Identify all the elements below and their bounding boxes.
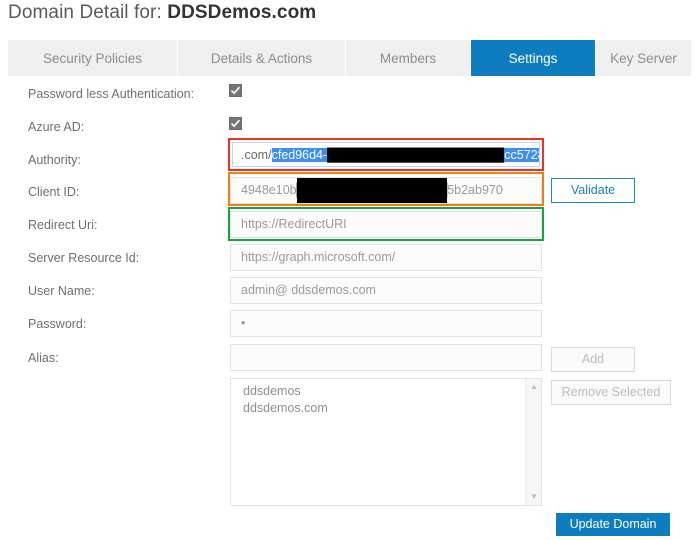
authority-selected-start: cfed96d4-: [271, 147, 328, 162]
row-password: Password: •: [0, 308, 699, 340]
row-server-resource-id: Server Resource Id: https://graph.micros…: [0, 242, 699, 274]
password-input[interactable]: •: [230, 310, 542, 337]
user-name-label: User Name:: [28, 284, 95, 298]
client-id-label: Client ID:: [28, 185, 80, 199]
password-label: Password:: [28, 317, 87, 331]
tab-label: Details & Actions: [210, 50, 313, 66]
server-resource-id-label: Server Resource Id:: [28, 251, 140, 265]
server-resource-id-input[interactable]: https://graph.microsoft.com/: [230, 244, 542, 271]
list-item[interactable]: ddsdemos.com: [231, 400, 523, 417]
tab-label: Members: [379, 50, 437, 66]
authority-input[interactable]: .com/cfed96d4-████████████████████cc5728…: [232, 142, 540, 167]
user-name-input[interactable]: admin@ ddsdemos.com: [230, 277, 542, 304]
azure-ad-checkbox[interactable]: [229, 117, 242, 130]
alias-input[interactable]: [230, 344, 542, 371]
check-icon: [230, 119, 240, 128]
page-title: Domain Detail for: DDSDemos.com: [8, 2, 316, 24]
scroll-up-icon[interactable]: ▲: [526, 380, 541, 394]
page-title-prefix: Domain Detail for:: [8, 2, 162, 23]
tab-key-server[interactable]: Key Server: [596, 40, 691, 76]
authority-selected-end: cc572843a: [504, 147, 539, 162]
validate-button[interactable]: Validate: [551, 178, 635, 203]
authority-label: Authority:: [28, 153, 81, 167]
row-passwordless-auth: Password less Authentication:: [0, 78, 699, 110]
client-id-redacted-block: █████████████████: [296, 178, 448, 203]
alias-list-scrollbar[interactable]: ▲ ▼: [525, 379, 541, 505]
azure-ad-label: Azure AD:: [28, 120, 85, 134]
list-item[interactable]: ddsdemos: [231, 383, 523, 400]
client-id-input[interactable]: 4948e10b█████████████████5b2ab970: [230, 177, 542, 204]
authority-redacted-block: ████████████████████: [327, 147, 505, 162]
alias-list-items: ddsdemos ddsdemos.com: [231, 383, 523, 417]
passwordless-auth-checkbox[interactable]: [229, 84, 242, 97]
tab-members[interactable]: Members: [346, 40, 471, 76]
tab-details-actions[interactable]: Details & Actions: [178, 40, 346, 76]
tab-settings[interactable]: Settings: [471, 40, 596, 76]
alias-list-box[interactable]: ddsdemos ddsdemos.com ▲ ▼: [230, 378, 542, 506]
tab-label: Key Server: [610, 50, 677, 66]
client-id-text-prefix: 4948e10b: [241, 183, 297, 197]
domain-detail-page: Domain Detail for: DDSDemos.com Security…: [0, 0, 699, 540]
update-domain-button[interactable]: Update Domain: [556, 513, 670, 536]
remove-selected-button[interactable]: Remove Selected: [551, 380, 671, 405]
tab-label: Security Policies: [42, 50, 143, 66]
client-id-text-suffix: 5b2ab970: [447, 183, 503, 197]
row-user-name: User Name: admin@ ddsdemos.com: [0, 275, 699, 307]
redirect-uri-label: Redirect Uri:: [28, 218, 98, 232]
tab-label: Settings: [508, 50, 558, 66]
check-icon: [230, 86, 240, 95]
tab-bar: Security Policies Details & Actions Memb…: [8, 40, 691, 76]
add-alias-button[interactable]: Add: [551, 347, 635, 372]
page-title-domain: DDSDemos.com: [167, 2, 317, 23]
row-redirect-uri: Redirect Uri: https://RedirectURI: [0, 209, 699, 241]
authority-text-prefix: .com/: [241, 147, 272, 162]
scroll-down-icon[interactable]: ▼: [526, 490, 541, 504]
tab-security-policies[interactable]: Security Policies: [8, 40, 178, 76]
alias-label: Alias:: [28, 351, 59, 365]
redirect-uri-input[interactable]: https://RedirectURI: [230, 211, 542, 238]
row-azure-ad: Azure AD:: [0, 111, 699, 143]
passwordless-auth-label: Password less Authentication:: [28, 87, 195, 101]
